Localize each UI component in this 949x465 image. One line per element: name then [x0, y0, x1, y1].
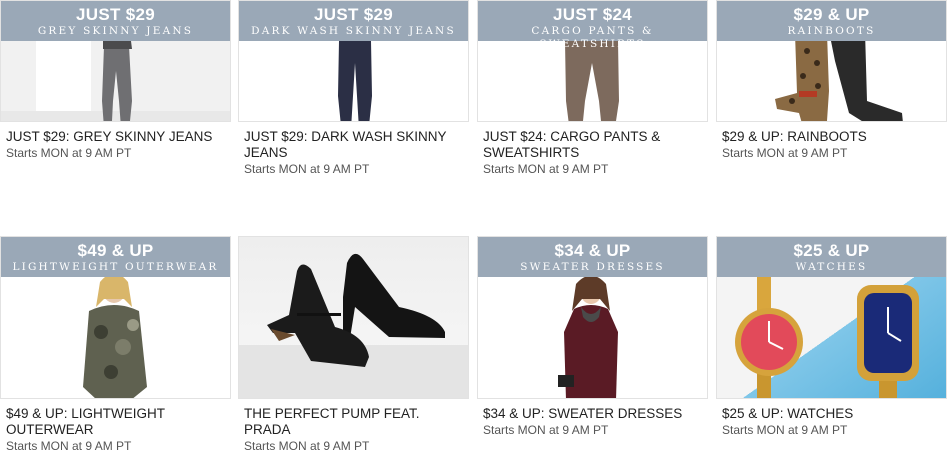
event-title[interactable]: JUST $29: DARK WASH SKINNY JEANS	[238, 129, 469, 161]
event-thumbnail[interactable]	[238, 236, 469, 399]
event-grid: JUST $29 GREY SKINNY JEANS JUST $29: GRE…	[0, 0, 949, 465]
event-thumbnail[interactable]: JUST $29 GREY SKINNY JEANS	[0, 0, 231, 122]
event-card-sweater-dresses[interactable]: $34 & UP SWEATER DRESSES $34 & UP: SWEAT…	[477, 236, 708, 438]
event-banner: JUST $29 DARK WASH SKINNY JEANS	[239, 1, 468, 41]
event-start-time: Starts MON at 9 AM PT	[6, 146, 132, 160]
event-thumbnail[interactable]: JUST $29 DARK WASH SKINNY JEANS	[238, 0, 469, 122]
event-title[interactable]: JUST $24: CARGO PANTS & SWEATSHIRTS	[477, 129, 708, 161]
banner-subtitle: LIGHTWEIGHT OUTERWEAR	[12, 261, 219, 273]
event-card-outerwear[interactable]: $49 & UP LIGHTWEIGHT OUTERWEAR $49 & UP:…	[0, 236, 231, 454]
banner-subtitle: WATCHES	[795, 261, 868, 273]
banner-price: JUST $24	[553, 5, 632, 24]
event-thumbnail[interactable]: JUST $24 CARGO PANTS & SWEATSHIRTS	[477, 0, 708, 122]
event-start-time: Starts MON at 9 AM PT	[722, 423, 848, 437]
banner-price: JUST $29	[76, 5, 155, 24]
event-thumbnail[interactable]: $34 & UP SWEATER DRESSES	[477, 236, 708, 399]
event-card-cargo-pants[interactable]: JUST $24 CARGO PANTS & SWEATSHIRTS JUST …	[477, 0, 708, 177]
banner-price: $49 & UP	[77, 241, 154, 260]
banner-price: $29 & UP	[793, 5, 870, 24]
event-start-time: Starts MON at 9 AM PT	[483, 423, 609, 437]
banner-subtitle: SWEATER DRESSES	[520, 261, 665, 273]
banner-price: JUST $29	[314, 5, 393, 24]
event-start-time: Starts MON at 9 AM PT	[483, 162, 609, 176]
event-card-pumps[interactable]: THE PERFECT PUMP FEAT. PRADA Starts MON …	[238, 236, 469, 454]
event-banner: $25 & UP WATCHES	[717, 237, 946, 277]
event-card-dark-jeans[interactable]: JUST $29 DARK WASH SKINNY JEANS JUST $29…	[238, 0, 469, 177]
banner-price: $34 & UP	[554, 241, 631, 260]
event-start-time: Starts MON at 9 AM PT	[6, 439, 132, 453]
event-title[interactable]: THE PERFECT PUMP FEAT. PRADA	[238, 406, 469, 438]
event-thumbnail[interactable]: $25 & UP WATCHES	[716, 236, 947, 399]
event-banner: JUST $29 GREY SKINNY JEANS	[1, 1, 230, 41]
event-thumbnail[interactable]: $29 & UP RAINBOOTS	[716, 0, 947, 122]
event-start-time: Starts MON at 9 AM PT	[722, 146, 848, 160]
event-title[interactable]: $25 & UP: WATCHES	[716, 406, 947, 422]
event-banner: $34 & UP SWEATER DRESSES	[478, 237, 707, 277]
event-start-time: Starts MON at 9 AM PT	[244, 439, 370, 453]
banner-subtitle: RAINBOOTS	[787, 25, 876, 37]
event-title[interactable]: $34 & UP: SWEATER DRESSES	[477, 406, 708, 422]
event-title[interactable]: $49 & UP: LIGHTWEIGHT OUTERWEAR	[0, 406, 231, 438]
event-card-watches[interactable]: $25 & UP WATCHES $25 & UP: WATCHES Start…	[716, 236, 947, 438]
event-banner: JUST $24 CARGO PANTS & SWEATSHIRTS	[478, 1, 707, 50]
event-thumbnail[interactable]: $49 & UP LIGHTWEIGHT OUTERWEAR	[0, 236, 231, 399]
event-banner: $49 & UP LIGHTWEIGHT OUTERWEAR	[1, 237, 230, 277]
event-card-rainboots[interactable]: $29 & UP RAINBOOTS $29 & UP: RAINBOOTS S…	[716, 0, 947, 161]
banner-subtitle: DARK WASH SKINNY JEANS	[251, 25, 456, 37]
banner-subtitle: GREY SKINNY JEANS	[37, 25, 194, 37]
banner-price: $25 & UP	[793, 241, 870, 260]
event-card-grey-jeans[interactable]: JUST $29 GREY SKINNY JEANS JUST $29: GRE…	[0, 0, 231, 161]
event-title[interactable]: $29 & UP: RAINBOOTS	[716, 129, 947, 145]
event-banner: $29 & UP RAINBOOTS	[717, 1, 946, 41]
pumps-photo	[239, 237, 468, 398]
event-title[interactable]: JUST $29: GREY SKINNY JEANS	[0, 129, 231, 145]
banner-subtitle: CARGO PANTS & SWEATSHIRTS	[531, 25, 654, 50]
event-start-time: Starts MON at 9 AM PT	[244, 162, 370, 176]
